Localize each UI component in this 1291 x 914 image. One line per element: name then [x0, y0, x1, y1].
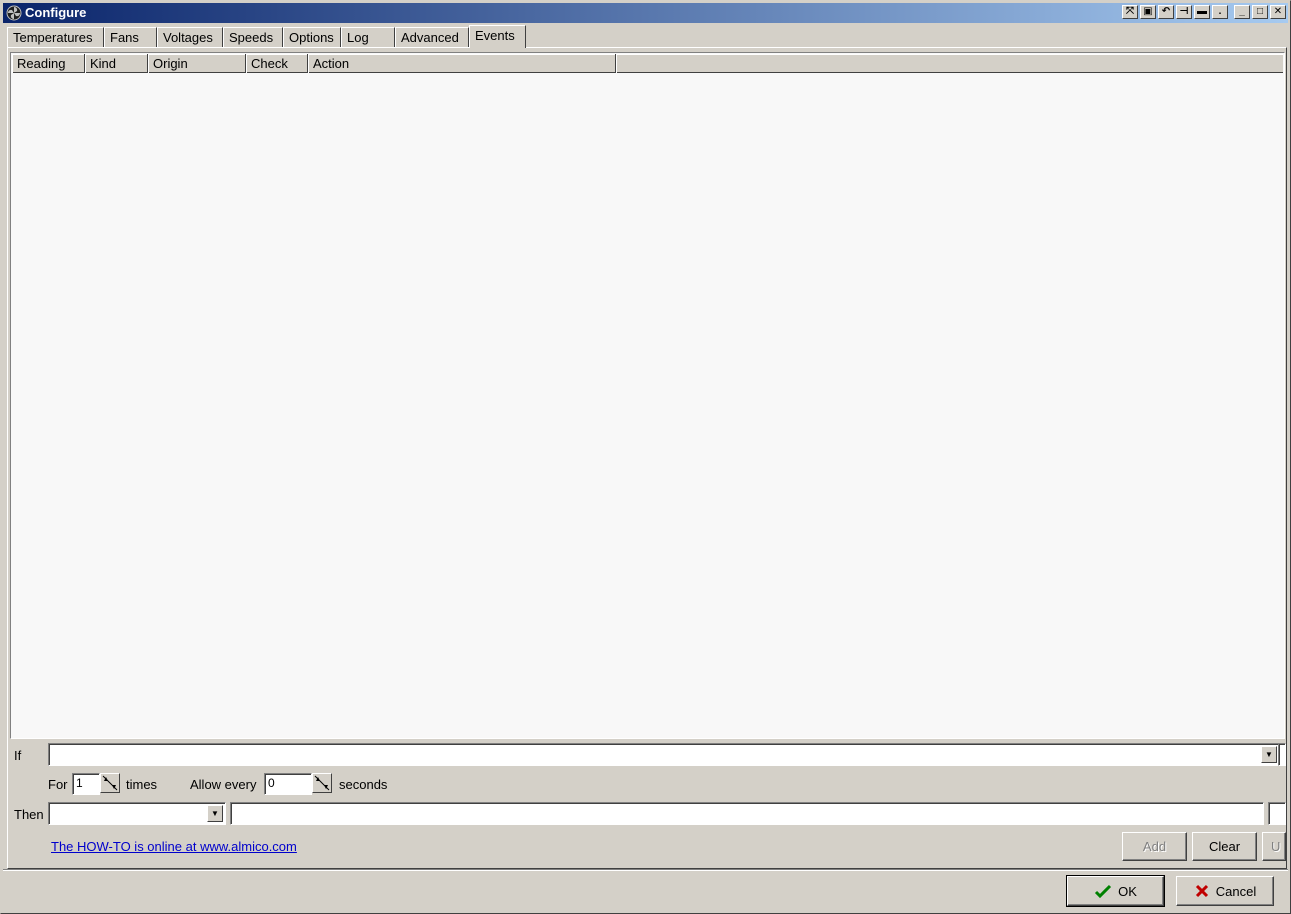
pin-icon[interactable]: ⊣: [1176, 5, 1192, 19]
minimize-icon[interactable]: _: [1234, 5, 1250, 19]
allow-every-label: Allow every: [190, 777, 257, 792]
column-origin[interactable]: Origin: [148, 54, 246, 73]
tab-advanced[interactable]: Advanced: [395, 27, 469, 47]
close-icon[interactable]: ✕: [1270, 5, 1286, 19]
then-combo[interactable]: ▼: [48, 802, 226, 825]
column-kind[interactable]: Kind: [85, 54, 148, 73]
update-button[interactable]: U: [1262, 832, 1286, 861]
resize-icon[interactable]: ⤧: [1122, 5, 1138, 19]
ok-label: OK: [1118, 883, 1137, 899]
if-dropdown-icon[interactable]: ▼: [1261, 746, 1277, 763]
spin-arrows-icon: [314, 775, 330, 791]
tab-options[interactable]: Options: [283, 27, 341, 47]
if-label: If: [14, 748, 22, 763]
tab-fans[interactable]: Fans: [104, 27, 157, 47]
cancel-x-icon: [1195, 884, 1208, 898]
column-reading[interactable]: Reading: [12, 54, 85, 73]
tab-speeds[interactable]: Speeds: [223, 27, 283, 47]
ok-button[interactable]: OK: [1066, 875, 1165, 907]
dot-icon[interactable]: .: [1212, 5, 1228, 19]
tab-voltages[interactable]: Voltages: [157, 27, 223, 47]
spin-arrows-icon: [102, 775, 118, 791]
fan-app-icon: [6, 5, 22, 21]
column-action[interactable]: Action: [308, 54, 616, 73]
for-spin-icon[interactable]: [100, 773, 120, 793]
titlebar-buttons: ⤧ ▣ ↶ ⊣ ▬ . _ □ ✕: [1120, 5, 1286, 21]
times-label: times: [126, 777, 158, 792]
title-bar[interactable]: Configure ⤧ ▣ ↶ ⊣ ▬ . _ □ ✕: [3, 3, 1288, 23]
window-title: Configure: [25, 5, 87, 20]
minimize-bar-icon[interactable]: ▬: [1194, 5, 1210, 19]
for-input[interactable]: 1: [72, 773, 100, 795]
back-icon[interactable]: ↶: [1158, 5, 1174, 19]
list-header: Reading Kind Origin Check Action: [12, 54, 1283, 73]
if-combo[interactable]: ▼: [48, 743, 1280, 766]
maximize-icon[interactable]: □: [1252, 5, 1268, 19]
howto-link[interactable]: The HOW-TO is online at www.almico.com: [51, 839, 297, 854]
then-extra-field[interactable]: [1268, 802, 1286, 825]
events-page: Reading Kind Origin Check Action If ▼ Fo…: [7, 47, 1287, 869]
for-label: For: [48, 777, 68, 792]
if-extra-field[interactable]: [1278, 743, 1286, 766]
cancel-label: Cancel: [1215, 883, 1257, 899]
column-filler: [616, 54, 1283, 73]
seconds-label: seconds: [339, 777, 388, 792]
add-button[interactable]: Add: [1122, 832, 1187, 861]
checkmark-icon: [1095, 884, 1112, 899]
then-param-input[interactable]: [230, 802, 1264, 825]
tab-log[interactable]: Log: [341, 27, 395, 47]
tab-temperatures[interactable]: Temperatures: [7, 27, 104, 47]
tab-events[interactable]: Events: [469, 25, 526, 48]
allow-every-value: 0: [268, 776, 275, 790]
allow-spin-icon[interactable]: [312, 773, 332, 793]
restore-alt-icon[interactable]: ▣: [1140, 5, 1156, 19]
column-check[interactable]: Check: [246, 54, 308, 73]
then-label: Then: [14, 807, 44, 822]
allow-every-input[interactable]: 0: [264, 773, 312, 795]
then-dropdown-icon[interactable]: ▼: [207, 805, 223, 822]
cancel-button[interactable]: Cancel: [1176, 876, 1274, 906]
events-list[interactable]: Reading Kind Origin Check Action: [10, 52, 1285, 739]
configure-window: Configure ⤧ ▣ ↶ ⊣ ▬ . _ □ ✕ Temperatures…: [0, 0, 1291, 914]
clear-button[interactable]: Clear: [1192, 832, 1257, 861]
footer-divider: [3, 869, 1288, 871]
for-value: 1: [76, 776, 83, 790]
